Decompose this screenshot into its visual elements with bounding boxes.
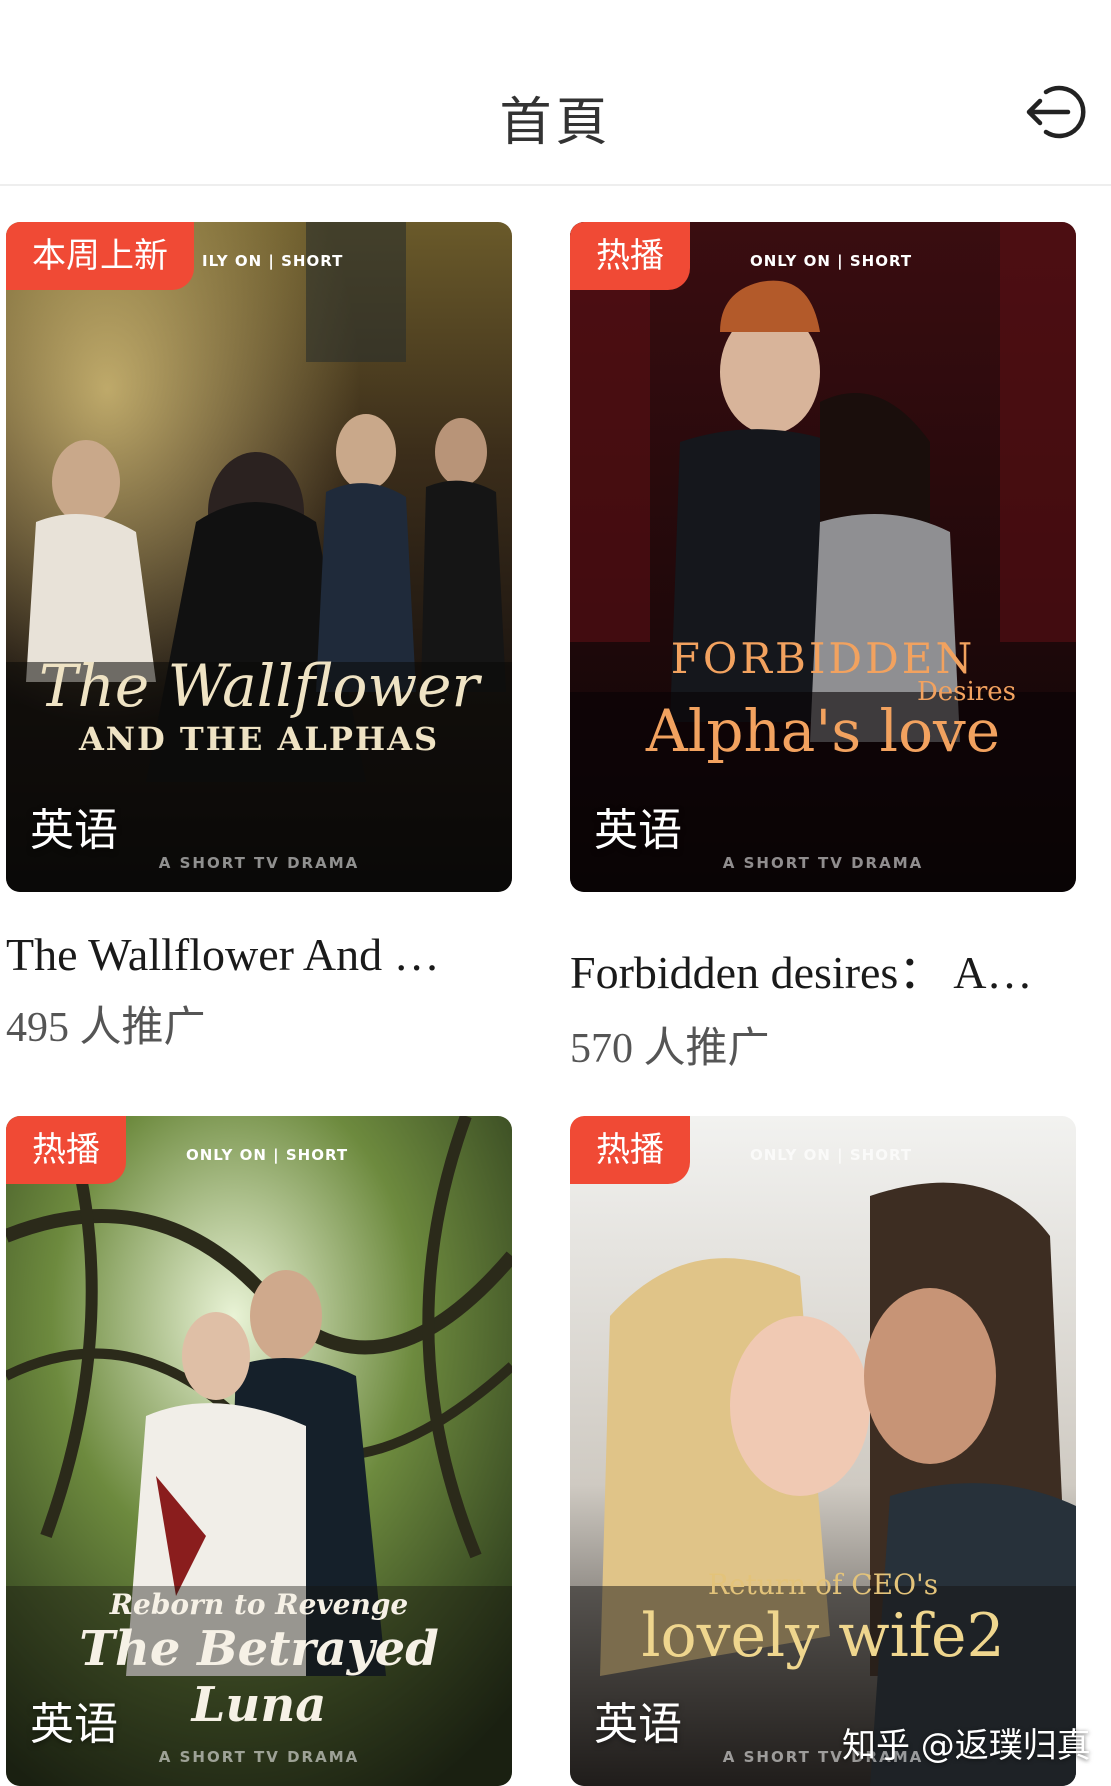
brand-label: ONLY ON | SHORT	[750, 1146, 913, 1164]
language-label: 英语	[594, 1699, 682, 1750]
hot-badge: 热播	[6, 1116, 126, 1184]
drama-poster[interactable]: ONLY ON | SHORT Return of CEO's lovely w…	[570, 1116, 1076, 1786]
hot-badge: 热播	[570, 1116, 690, 1184]
brand-label: ILY ON | SHORT	[202, 252, 344, 270]
page-title: 首頁	[499, 93, 612, 153]
drama-title[interactable]: Forbidden desires： A…	[570, 936, 1062, 1002]
poster-title: The Wallflower AND THE ALPHAS	[38, 652, 480, 758]
language-label: 英语	[30, 805, 118, 856]
language-label: 英语	[30, 1699, 118, 1750]
hot-badge: 热播	[570, 222, 690, 290]
drama-poster[interactable]: ONLY ON | SHORT FORBIDDEN Desires Alpha'…	[570, 222, 1076, 892]
poster-footer: A SHORT TV DRAMA	[158, 854, 360, 872]
drama-poster[interactable]: ONLY ON | SHORT Reborn to Revenge The Be…	[6, 1116, 512, 1786]
logout-icon[interactable]	[1024, 80, 1088, 144]
drama-poster[interactable]: ILY ON | SHORT The Wallflower AND THE AL…	[6, 222, 512, 892]
top-bar: 首頁	[0, 0, 1111, 186]
poster-image	[570, 1116, 1076, 1786]
poster-footer: A SHORT TV DRAMA	[158, 1748, 360, 1766]
drama-card[interactable]: ONLY ON | SHORT FORBIDDEN Desires Alpha'…	[570, 222, 1076, 1075]
poster-title: Return of CEO's lovely wife2	[641, 1568, 1005, 1671]
poster-footer: A SHORT TV DRAMA	[722, 854, 924, 872]
drama-card[interactable]: ILY ON | SHORT The Wallflower AND THE AL…	[6, 222, 512, 1054]
promoter-count: 495 人推广	[6, 1005, 206, 1051]
watermark-text: 知乎 @返璞归真	[842, 1726, 1091, 1766]
poster-image	[570, 222, 1076, 892]
promoter-count: 570 人推广	[570, 1026, 770, 1072]
poster-title: FORBIDDEN Desires Alpha's love	[645, 634, 1016, 765]
drama-card[interactable]: ONLY ON | SHORT Return of CEO's lovely w…	[570, 1116, 1076, 1786]
language-label: 英语	[594, 805, 682, 856]
brand-label: ONLY ON | SHORT	[750, 252, 913, 270]
drama-title[interactable]: The Wallflower And …	[6, 928, 498, 981]
drama-card[interactable]: ONLY ON | SHORT Reborn to Revenge The Be…	[6, 1116, 512, 1786]
poster-image	[6, 222, 512, 892]
brand-label: ONLY ON | SHORT	[186, 1146, 349, 1164]
new-this-week-badge: 本周上新	[6, 222, 194, 290]
